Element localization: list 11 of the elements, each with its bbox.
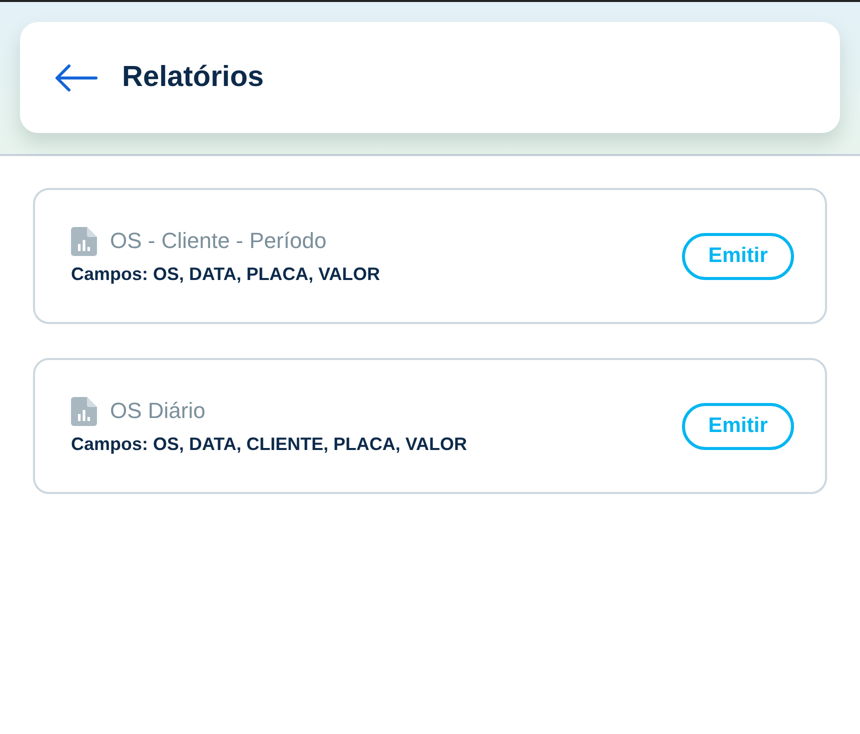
- back-button[interactable]: [54, 62, 98, 92]
- file-chart-icon: [71, 396, 97, 426]
- emit-button[interactable]: Emitir: [682, 402, 794, 450]
- file-chart-icon: [71, 226, 97, 256]
- emit-button[interactable]: Emitir: [682, 232, 794, 280]
- report-fields: Campos: OS, DATA, CLIENTE, PLACA, VALOR: [71, 432, 468, 456]
- report-fields: Campos: OS, DATA, PLACA, VALOR: [71, 262, 380, 286]
- back-arrow-icon: [54, 64, 98, 92]
- report-title: OS Diário: [110, 397, 206, 425]
- report-title: OS - Cliente - Período: [110, 227, 326, 255]
- page-title: Relatórios: [122, 60, 264, 95]
